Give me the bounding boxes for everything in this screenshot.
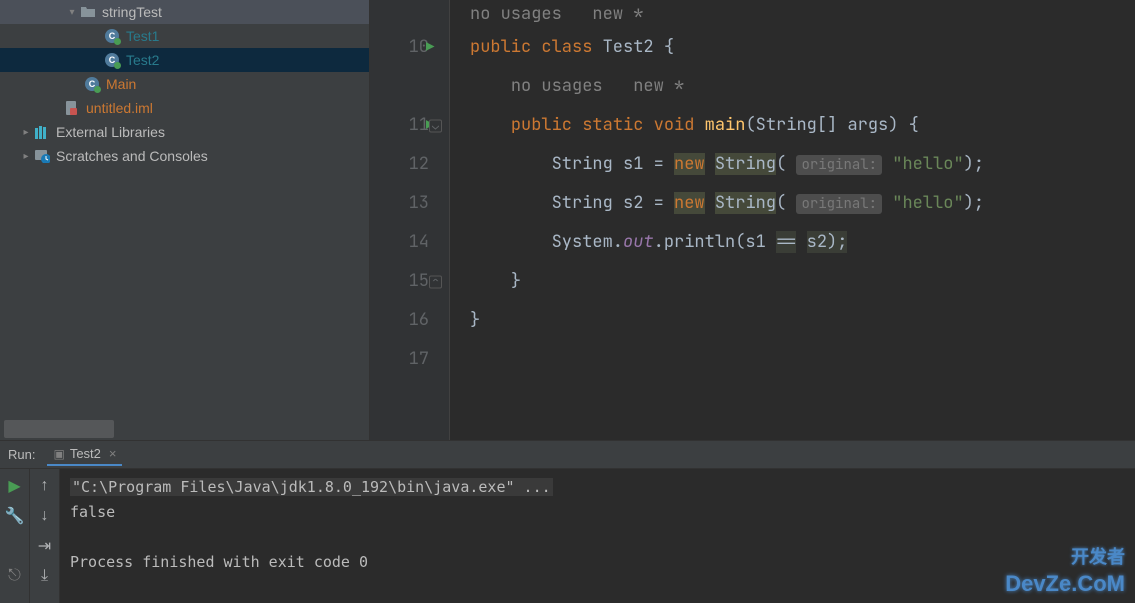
down-button[interactable]: ↓ bbox=[34, 505, 56, 527]
usage-annotation: no usages bbox=[470, 3, 562, 25]
code-line: } bbox=[470, 301, 1135, 340]
code-editor[interactable]: 10▶ 11▶⌄ 12 13 14 15⌃ 16 17 no usages ne… bbox=[370, 0, 1135, 440]
chevron-right-icon: ▸ bbox=[18, 151, 34, 162]
up-button[interactable]: ↑ bbox=[34, 475, 56, 497]
scratch-icon bbox=[34, 148, 50, 164]
tree-label: Scratches and Consoles bbox=[56, 148, 208, 164]
console-cmd: "C:\Program Files\Java\jdk1.8.0_192\bin\… bbox=[70, 478, 553, 496]
console-output[interactable]: "C:\Program Files\Java\jdk1.8.0_192\bin\… bbox=[60, 469, 1135, 603]
console-line: false bbox=[70, 500, 1125, 525]
console-exit-line: Process finished with exit code 0 bbox=[70, 550, 1125, 575]
class-icon: C bbox=[104, 28, 120, 44]
tree-label: untitled.iml bbox=[86, 100, 153, 116]
chevron-down-icon: ▾ bbox=[64, 7, 80, 18]
tree-label: Test2 bbox=[126, 52, 159, 68]
class-icon: C bbox=[104, 52, 120, 68]
code-line: } bbox=[470, 262, 1135, 301]
chevron-right-icon: ▸ bbox=[18, 127, 34, 138]
run-config-icon: ▣ bbox=[53, 447, 64, 461]
code-line: String s2 = new String( original: "hello… bbox=[470, 184, 1135, 223]
code-annotation-line: no usages new * bbox=[470, 67, 1135, 106]
tree-item-main[interactable]: C Main bbox=[0, 72, 369, 96]
soft-wrap-button[interactable]: ⇥ bbox=[34, 535, 56, 557]
tree-label: Test1 bbox=[126, 28, 159, 44]
sidebar-scrollbar[interactable] bbox=[4, 420, 114, 438]
code-line: public static void main(String[] args) { bbox=[470, 106, 1135, 145]
tree-label: Main bbox=[106, 76, 136, 92]
exit-button[interactable]: ⎋ bbox=[4, 565, 26, 587]
vcs-annotation: new * bbox=[592, 3, 643, 25]
folder-icon bbox=[80, 4, 96, 20]
code-content[interactable]: no usages new * public class Test2 { no … bbox=[450, 0, 1135, 440]
line-number: 12 bbox=[409, 153, 429, 175]
tree-item-iml[interactable]: untitled.iml bbox=[0, 96, 369, 120]
line-number: 14 bbox=[409, 231, 429, 253]
tree-item-test2[interactable]: C Test2 bbox=[0, 48, 369, 72]
tree-label: stringTest bbox=[102, 4, 162, 20]
param-hint: original: bbox=[796, 194, 882, 214]
tree-label: External Libraries bbox=[56, 124, 165, 140]
run-toolbar-secondary: ↑ ↓ ⇥ ⤓ bbox=[30, 469, 60, 603]
settings-button[interactable]: 🔧 bbox=[4, 505, 26, 527]
tree-item-test1[interactable]: C Test1 bbox=[0, 24, 369, 48]
run-panel: Run: ▣ Test2 × ▶ 🔧 ⎋ ↑ ↓ ⇥ ⤓ "C:\Program… bbox=[0, 440, 1135, 603]
run-tab-label: Test2 bbox=[70, 446, 101, 461]
close-icon[interactable]: × bbox=[109, 446, 117, 461]
run-gutter-icon[interactable]: ▶ bbox=[426, 28, 434, 67]
editor-gutter: 10▶ 11▶⌄ 12 13 14 15⌃ 16 17 bbox=[370, 0, 450, 440]
rerun-button[interactable]: ▶ bbox=[4, 475, 26, 497]
code-line: System.out.println(s1 == s2); bbox=[470, 223, 1135, 262]
line-number: 17 bbox=[409, 348, 429, 370]
line-number: 13 bbox=[409, 192, 429, 214]
code-line: public class Test2 { bbox=[470, 28, 1135, 67]
line-number: 16 bbox=[409, 309, 429, 331]
fold-icon[interactable]: ⌃ bbox=[429, 275, 442, 288]
fold-icon[interactable]: ⌄ bbox=[429, 119, 442, 132]
run-tab[interactable]: ▣ Test2 × bbox=[47, 443, 122, 466]
project-tree: ▾ 📁 src ▾ stringTest C Test1 C bbox=[0, 0, 369, 168]
tree-item-external-libs[interactable]: ▸ External Libraries bbox=[0, 120, 369, 144]
code-line: String s1 = new String( original: "hello… bbox=[470, 145, 1135, 184]
tree-item-scratches[interactable]: ▸ Scratches and Consoles bbox=[0, 144, 369, 168]
library-icon bbox=[34, 124, 50, 140]
stop-button[interactable] bbox=[4, 535, 26, 557]
class-icon: C bbox=[84, 76, 100, 92]
iml-icon bbox=[64, 100, 80, 116]
scroll-to-end-button[interactable]: ⤓ bbox=[34, 565, 56, 587]
run-panel-header: Run: ▣ Test2 × bbox=[0, 441, 1135, 469]
run-panel-title: Run: bbox=[8, 447, 35, 462]
param-hint: original: bbox=[796, 155, 882, 175]
line-number: 15 bbox=[409, 270, 429, 292]
project-sidebar: ▾ 📁 src ▾ stringTest C Test1 C bbox=[0, 0, 370, 440]
run-toolbar-primary: ▶ 🔧 ⎋ bbox=[0, 469, 30, 603]
tree-item-stringtest[interactable]: ▾ stringTest bbox=[0, 0, 369, 24]
